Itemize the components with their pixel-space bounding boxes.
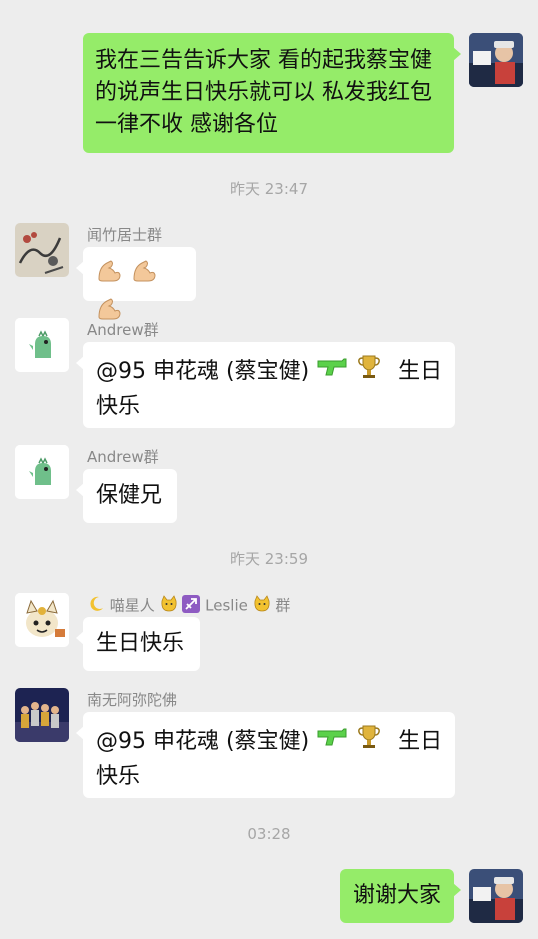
- sagittarius-icon: [182, 595, 201, 617]
- crescent-moon-icon: [87, 595, 105, 617]
- water-pistol-icon: [316, 725, 348, 759]
- incoming-message-bubble[interactable]: @95 申花魂 (蔡宝健) 生日 快乐: [76, 712, 455, 798]
- outgoing-message-bubble[interactable]: 谢谢大家: [340, 869, 461, 923]
- water-pistol-icon: [316, 355, 348, 389]
- trophy-icon: [355, 723, 383, 761]
- group-photo-avatar-image: [15, 688, 69, 742]
- message-text: 保健兄: [96, 483, 163, 508]
- dinosaur-avatar-image: [15, 445, 69, 499]
- flexed-biceps-icon: [130, 257, 158, 295]
- message-text: 快乐: [96, 764, 141, 789]
- message-text: 生日: [398, 359, 443, 384]
- emoji-message-bubble[interactable]: [76, 247, 196, 320]
- message-text: @95 申花魂 (蔡宝健): [96, 729, 310, 754]
- incoming-message-bubble[interactable]: 保健兄: [76, 469, 177, 523]
- outgoing-message-bubble[interactable]: 我在三告告诉大家 看的起我蔡宝健的说声生日快乐就可以 私发我红包一律不收 感谢各…: [83, 33, 461, 153]
- sender-name-part: Leslie: [205, 596, 248, 615]
- dinosaur-avatar-image: [15, 318, 69, 372]
- flexed-biceps-icon: [95, 257, 123, 295]
- message-text: 生日快乐: [96, 631, 185, 656]
- sender-avatar[interactable]: [15, 318, 69, 372]
- ink-painting-avatar-image: [15, 223, 69, 277]
- cat-face-icon: [160, 595, 178, 617]
- my-avatar-image: [469, 869, 523, 923]
- cat-avatar-image: [15, 593, 69, 647]
- message-text: 生日: [398, 729, 443, 754]
- my-avatar[interactable]: [469, 33, 523, 87]
- sender-avatar[interactable]: [15, 593, 69, 647]
- my-avatar[interactable]: [469, 869, 523, 923]
- message-text: 谢谢大家: [353, 883, 442, 908]
- timestamp: 03:28: [247, 825, 291, 843]
- sender-avatar[interactable]: [15, 445, 69, 499]
- sender-avatar[interactable]: [15, 223, 69, 277]
- message-text: 快乐: [96, 394, 141, 419]
- sender-name-part: 群: [275, 596, 291, 615]
- timestamp: 昨天 23:47: [230, 180, 308, 198]
- my-avatar-image: [469, 33, 523, 87]
- timestamp: 昨天 23:59: [230, 550, 308, 568]
- sender-name: 南无阿弥陀佛: [87, 691, 178, 709]
- sender-name: 喵星人 Leslie 群: [87, 595, 290, 617]
- sender-avatar[interactable]: [15, 688, 69, 742]
- sender-name: Andrew群: [87, 321, 159, 339]
- message-text: @95 申花魂 (蔡宝健): [96, 359, 310, 384]
- cat-face-icon: [253, 595, 271, 617]
- incoming-message-bubble[interactable]: @95 申花魂 (蔡宝健) 生日 快乐: [76, 342, 455, 428]
- message-text: 我在三告告诉大家 看的起我蔡宝健的说声生日快乐就可以 私发我红包一律不收 感谢各…: [95, 48, 432, 137]
- sender-name-part: 喵星人: [109, 596, 155, 615]
- sender-name: 闻竹居士群: [87, 226, 163, 244]
- trophy-icon: [355, 353, 383, 391]
- sender-name: Andrew群: [87, 448, 159, 466]
- incoming-message-bubble[interactable]: 生日快乐: [76, 617, 200, 671]
